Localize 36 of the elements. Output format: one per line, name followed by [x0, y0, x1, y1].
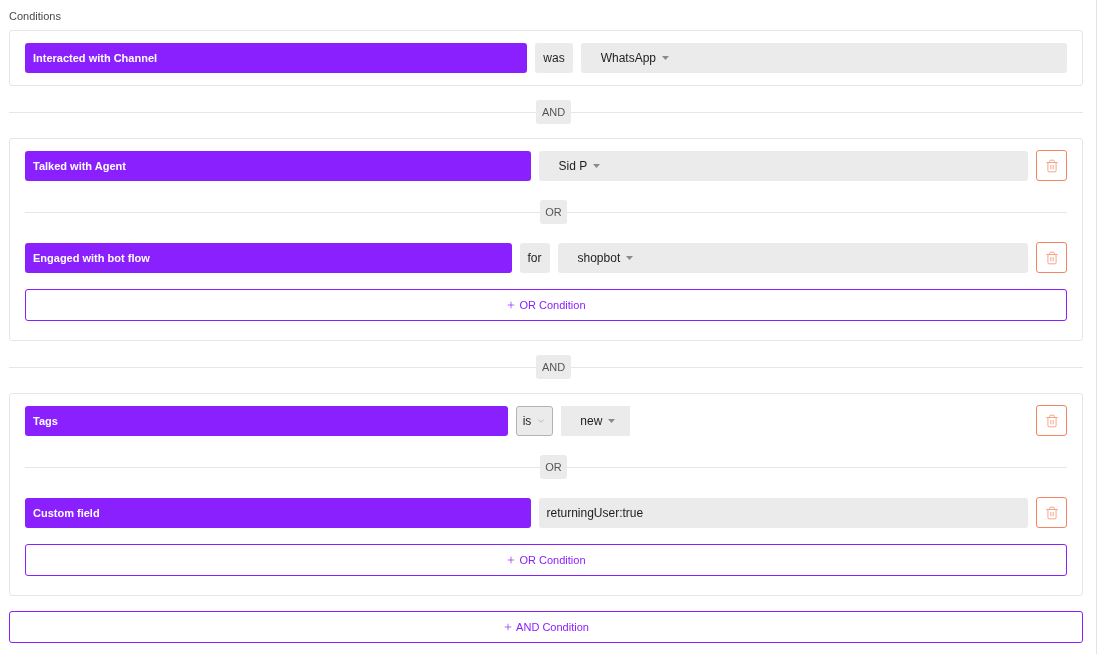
trash-icon	[1044, 413, 1059, 428]
and-joiner-label: AND	[535, 355, 572, 379]
plus-icon	[506, 555, 517, 565]
add-and-condition-button[interactable]: AND Condition	[9, 611, 1083, 643]
or-joiner-label: OR	[540, 200, 567, 224]
delete-button[interactable]	[1036, 405, 1067, 436]
field-button[interactable]: Custom field	[25, 497, 531, 528]
trash-icon	[1044, 505, 1059, 520]
plus-icon	[506, 300, 517, 310]
value-dropdown[interactable]: WhatsApp	[580, 42, 1067, 73]
value-dropdown[interactable]: Sid P	[538, 150, 1028, 181]
field-button[interactable]: Talked with Agent	[25, 150, 531, 181]
trash-icon	[1044, 250, 1059, 265]
caret-icon	[593, 163, 601, 168]
caret-icon	[662, 55, 670, 60]
trash-icon	[1044, 158, 1059, 173]
or-joiner-label: OR	[540, 455, 567, 479]
field-button[interactable]: Tags	[25, 405, 508, 436]
operator-select[interactable]: is	[515, 405, 554, 436]
delete-button[interactable]	[1036, 150, 1067, 181]
field-button[interactable]: Interacted with Channel	[25, 42, 528, 73]
add-or-condition-button[interactable]: OR Condition	[25, 289, 1067, 321]
value-dropdown[interactable]: shopbot	[557, 242, 1028, 273]
section-title: Conditions	[9, 9, 61, 23]
operator-label: was	[535, 42, 573, 73]
caret-icon	[608, 418, 616, 423]
caret-icon	[626, 255, 634, 260]
operator-label: for	[519, 242, 550, 273]
and-joiner-label: AND	[535, 100, 572, 124]
value-field[interactable]: returningUser:true	[538, 497, 1028, 528]
add-or-condition-button[interactable]: OR Condition	[25, 544, 1067, 576]
field-button[interactable]: Engaged with bot flow	[25, 242, 512, 273]
plus-icon	[503, 622, 514, 632]
delete-button[interactable]	[1036, 242, 1067, 273]
delete-button[interactable]	[1036, 497, 1067, 528]
value-dropdown[interactable]: new	[561, 405, 631, 436]
